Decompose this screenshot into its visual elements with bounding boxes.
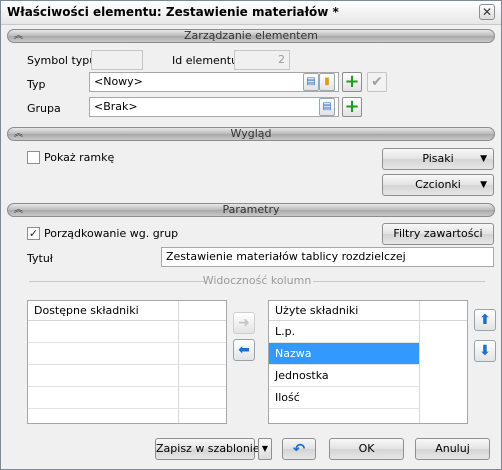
properties-dialog: Właściwości elementu: Zestawienie materi… xyxy=(0,0,502,470)
grupa-label: Grupa xyxy=(27,102,61,115)
confirm-type-button[interactable]: ✔ xyxy=(367,72,387,92)
used-header: Użyte składniki xyxy=(269,301,467,321)
save-template-dropdown[interactable]: ▼ xyxy=(258,438,272,460)
typ-label: Typ xyxy=(27,78,46,91)
show-frame-label: Pokaż ramkę xyxy=(44,151,115,164)
section-header-parameters[interactable]: ︽ Parametry xyxy=(7,203,495,217)
ok-button[interactable]: OK xyxy=(329,438,404,460)
pens-label: Pisaki xyxy=(422,152,454,165)
show-frame-checkbox[interactable] xyxy=(27,151,40,164)
list-item[interactable] xyxy=(28,365,226,387)
dropdown-arrow-icon: ▼ xyxy=(480,180,487,190)
fonts-label: Czcionki xyxy=(415,178,461,191)
fonts-button[interactable]: Czcionki ▼ xyxy=(382,174,494,196)
list-item[interactable]: Jednostka xyxy=(269,365,419,387)
save-template-button[interactable]: Zapisz w szablonie xyxy=(155,438,260,460)
id-field[interactable]: 2 xyxy=(234,50,290,70)
available-components-list[interactable]: Dostępne składniki xyxy=(27,300,227,424)
title-label: Tytuł xyxy=(27,252,53,265)
title-bar[interactable]: Właściwości elementu: Zestawienie materi… xyxy=(1,1,501,25)
symbol-label: Symbol typu xyxy=(27,54,97,67)
section-title: Zarządzanie elementem xyxy=(184,29,318,42)
list-item[interactable]: L.p. xyxy=(269,321,419,343)
grupa-field[interactable]: <Brak> xyxy=(89,97,339,117)
typ-field[interactable]: <Nowy> xyxy=(89,72,339,92)
add-group-button[interactable]: + xyxy=(342,97,362,117)
dropdown-arrow-icon: ▼ xyxy=(480,154,487,164)
move-left-button[interactable]: ⬅ xyxy=(233,339,255,361)
cancel-button[interactable]: Anuluj xyxy=(415,438,490,460)
move-up-button[interactable]: ⬆ xyxy=(474,309,496,331)
close-button[interactable]: ✕ xyxy=(479,4,495,20)
collapse-icon: ︽ xyxy=(14,129,24,139)
select-group-icon[interactable]: ▤ xyxy=(319,98,335,116)
add-type-button[interactable]: + xyxy=(342,72,362,92)
collapse-icon: ︽ xyxy=(14,31,24,41)
collapse-icon: ︽ xyxy=(14,205,24,215)
edit-type-icon[interactable]: ▮ xyxy=(319,73,335,91)
move-right-button[interactable]: ➜ xyxy=(233,312,255,334)
list-item-selected[interactable]: Nazwa xyxy=(269,343,419,365)
list-item[interactable] xyxy=(28,387,226,409)
used-header-label: Użyte składniki xyxy=(275,304,359,317)
section-title: Wygląd xyxy=(230,127,272,140)
title-field[interactable]: Zestawienie materiałów tablicy rozdzielc… xyxy=(161,247,494,267)
id-label: Id elementu xyxy=(172,54,239,67)
section-header-management[interactable]: ︽ Zarządzanie elementem xyxy=(7,29,495,43)
content-filters-button[interactable]: Filtry zawartości xyxy=(382,223,494,245)
group-sort-label: Porządkowanie wg. grup xyxy=(44,227,179,240)
section-header-appearance[interactable]: ︽ Wygląd xyxy=(7,127,495,141)
available-header: Dostępne składniki xyxy=(28,301,226,321)
list-item[interactable] xyxy=(28,343,226,365)
section-title: Parametry xyxy=(222,203,280,216)
list-item[interactable]: Ilość xyxy=(269,387,419,409)
move-down-button[interactable]: ⬇ xyxy=(474,340,496,362)
available-header-label: Dostępne składniki xyxy=(34,304,139,317)
column-visibility-group: Widoczność kolumn xyxy=(29,275,485,287)
window-title: Właściwości elementu: Zestawienie materi… xyxy=(7,5,339,19)
list-item[interactable] xyxy=(28,321,226,343)
group-sort-checkbox[interactable]: ✓ xyxy=(27,227,40,240)
pens-button[interactable]: Pisaki ▼ xyxy=(382,148,494,170)
undo-button[interactable]: ↶ xyxy=(282,438,316,460)
used-components-list[interactable]: Użyte składniki L.p. Nazwa Jednostka Ilo… xyxy=(268,300,468,424)
column-separator xyxy=(419,301,420,423)
symbol-field[interactable] xyxy=(91,50,143,70)
select-type-icon[interactable]: ▤ xyxy=(303,73,319,91)
column-visibility-title: Widoczność kolumn xyxy=(202,274,312,287)
